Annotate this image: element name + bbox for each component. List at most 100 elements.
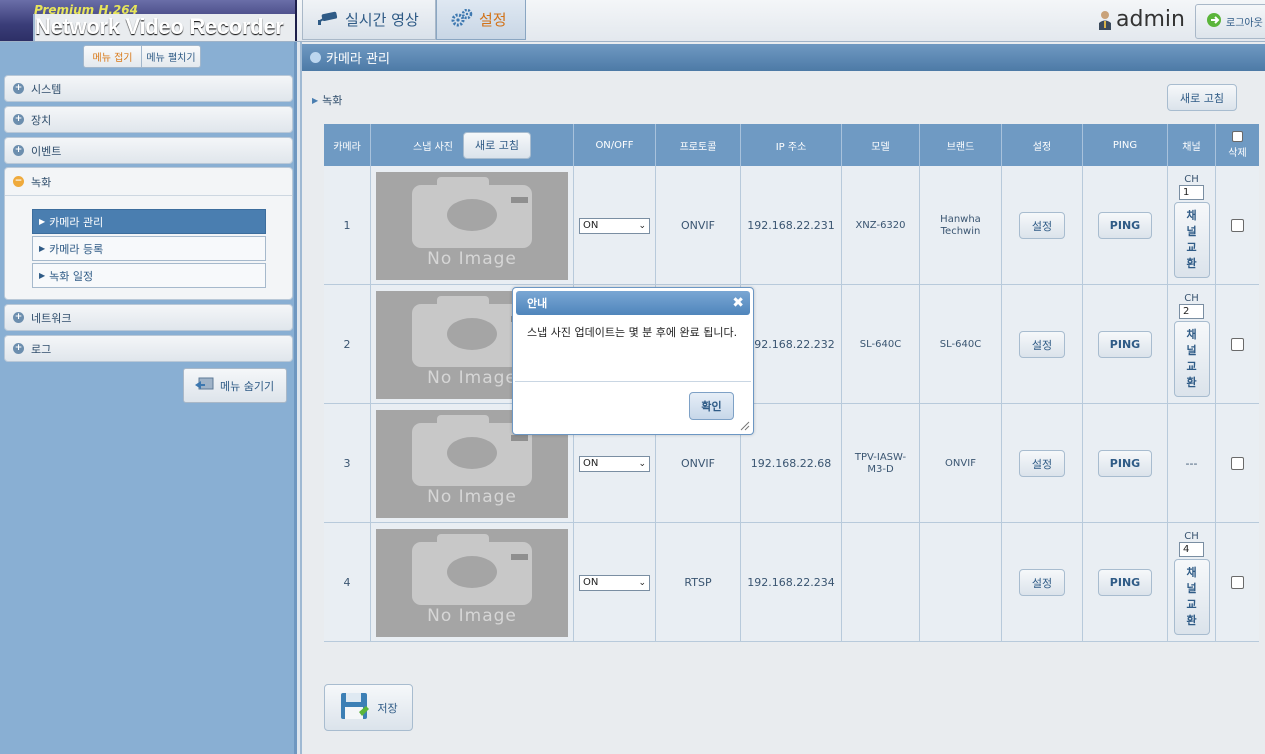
model-value: SL-640C xyxy=(859,338,902,350)
channel-swap-char: 환 xyxy=(1186,375,1197,389)
camera-number: 4 xyxy=(343,576,351,589)
col-snapshot: 스냅 사진 새로 고침 xyxy=(371,124,574,166)
notice-dialog: 안내 ✖ 스냅 사진 업데이트는 몇 분 후에 완료 됩니다. 확인 xyxy=(512,287,754,435)
page-title: 카메라 관리 xyxy=(326,52,390,67)
ping-button[interactable]: PING xyxy=(1098,569,1152,596)
minus-circle-icon: − xyxy=(13,176,24,187)
channel-control: CH 2 채널교환 xyxy=(1173,293,1210,397)
sidebar-item-event[interactable]: + 이벤트 xyxy=(4,137,293,164)
sidebar-item-network[interactable]: + 네트워크 xyxy=(4,304,293,331)
ping-button[interactable]: PING xyxy=(1098,331,1152,358)
sidebar: 메뉴 접기 메뉴 펼치기 + 시스템 + 장치 + 이벤트 − 녹화 ▶ 카메라… xyxy=(0,42,297,754)
channel-input[interactable]: 2 xyxy=(1179,303,1204,319)
cell-camera: 2 xyxy=(324,285,371,404)
camera-lens-shape xyxy=(447,436,497,469)
camera-settings-button[interactable]: 설정 xyxy=(1019,569,1065,596)
select-all-checkbox[interactable] xyxy=(1232,131,1243,142)
col-ip: IP 주소 xyxy=(741,124,842,166)
save-button[interactable]: 저장 xyxy=(324,684,413,731)
col-model: 모델 xyxy=(842,124,920,166)
sidebar-item-log[interactable]: + 로그 xyxy=(4,335,293,362)
cell-channel: CH 4 채널교환 xyxy=(1168,523,1216,642)
col-brand: 브랜드 xyxy=(920,124,1002,166)
onoff-select[interactable]: ON ⌄ xyxy=(579,455,650,472)
camera-settings-button[interactable]: 설정 xyxy=(1019,212,1065,239)
logout-button[interactable]: 로그아웃 xyxy=(1195,4,1265,39)
channel-swap-char: 널 xyxy=(1186,343,1197,357)
plus-circle-icon: + xyxy=(13,343,24,354)
cell-ping: PING xyxy=(1083,404,1168,523)
user-icon xyxy=(1097,9,1113,31)
camera-settings-button[interactable]: 설정 xyxy=(1019,450,1065,477)
subitem-label: 녹화 일정 xyxy=(49,269,94,283)
cell-brand xyxy=(920,523,1002,642)
camera-number: 1 xyxy=(343,219,351,232)
ping-button[interactable]: PING xyxy=(1098,212,1152,239)
col-settings: 설정 xyxy=(1002,124,1083,166)
ok-button[interactable]: 확인 xyxy=(689,392,734,420)
onoff-value: ON xyxy=(583,577,599,588)
delete-checkbox[interactable] xyxy=(1231,457,1244,470)
cell-ping: PING xyxy=(1083,285,1168,404)
plus-circle-icon: + xyxy=(13,83,24,94)
no-image-text: No Image xyxy=(427,486,517,507)
camera-flash-shape xyxy=(511,196,528,203)
channel-swap-char: 널 xyxy=(1186,224,1197,238)
col-snapshot-label: 스냅 사진 xyxy=(413,141,453,153)
subitem-recording-schedule[interactable]: ▶ 녹화 일정 xyxy=(32,263,266,288)
subitem-label: 카메라 관리 xyxy=(49,215,104,229)
subitem-label: 카메라 등록 xyxy=(49,242,104,256)
channel-swap-button[interactable]: 채널교환 xyxy=(1173,201,1210,278)
resize-grip-icon[interactable] xyxy=(740,421,750,431)
cell-settings: 설정 xyxy=(1002,523,1083,642)
delete-checkbox[interactable] xyxy=(1231,219,1244,232)
hide-menu-button[interactable]: 메뉴 숨기기 xyxy=(183,368,287,403)
cell-snapshot: No Image xyxy=(371,523,574,642)
channel-swap-button[interactable]: 채널교환 xyxy=(1173,320,1210,397)
sidebar-item-recording[interactable]: − 녹화 xyxy=(5,168,292,196)
snapshot-image: No Image xyxy=(376,528,568,637)
refresh-button[interactable]: 새로 고침 xyxy=(1167,84,1237,111)
sidebar-item-device[interactable]: + 장치 xyxy=(4,106,293,133)
chevron-down-icon: ⌄ xyxy=(638,220,646,231)
tab-live-label: 실시간 영상 xyxy=(345,11,419,29)
sidebar-item-system[interactable]: + 시스템 xyxy=(4,75,293,102)
sidebar-item-label: 로그 xyxy=(31,342,52,356)
cell-brand: SL-640C xyxy=(920,285,1002,404)
cell-ping: PING xyxy=(1083,523,1168,642)
brand-value: SL-640C xyxy=(939,338,982,350)
delete-checkbox[interactable] xyxy=(1231,576,1244,589)
camera-number: 3 xyxy=(343,457,351,470)
cell-channel: --- xyxy=(1168,404,1216,523)
cell-channel: CH 1 채널교환 xyxy=(1168,166,1216,285)
cell-onoff: ON ⌄ xyxy=(574,166,656,285)
snapshot-refresh-button[interactable]: 새로 고침 xyxy=(462,131,531,159)
ch-label: CH xyxy=(1184,173,1199,185)
menu-collapse-button[interactable]: 메뉴 접기 xyxy=(83,45,142,68)
channel-control: CH 1 채널교환 xyxy=(1173,173,1210,278)
onoff-select[interactable]: ON ⌄ xyxy=(579,217,650,234)
delete-checkbox[interactable] xyxy=(1231,338,1244,351)
channel-input[interactable]: 1 xyxy=(1179,184,1204,200)
subitem-camera-register[interactable]: ▶ 카메라 등록 xyxy=(32,236,266,261)
camera-settings-button[interactable]: 설정 xyxy=(1019,331,1065,358)
tab-live-view[interactable]: 실시간 영상 xyxy=(302,0,436,40)
channel-input[interactable]: 4 xyxy=(1179,541,1204,557)
subitem-camera-management[interactable]: ▶ 카메라 관리 xyxy=(32,209,266,234)
onoff-select[interactable]: ON ⌄ xyxy=(579,574,650,591)
cell-model: SL-640C xyxy=(842,285,920,404)
logout-icon xyxy=(1206,12,1222,31)
channel-swap-char: 환 xyxy=(1186,256,1197,270)
camera-lens-shape xyxy=(447,555,497,588)
dialog-header[interactable]: 안내 ✖ xyxy=(516,291,750,315)
tab-settings[interactable]: 설정 xyxy=(436,0,526,40)
menu-expand-button[interactable]: 메뉴 펼치기 xyxy=(142,45,201,68)
cell-protocol: RTSP xyxy=(656,523,741,642)
ping-button[interactable]: PING xyxy=(1098,450,1152,477)
cell-delete xyxy=(1216,285,1259,404)
camera-lens-shape xyxy=(447,198,497,231)
close-icon[interactable]: ✖ xyxy=(732,295,744,311)
page-title-bar: 카메라 관리 xyxy=(302,44,1265,71)
cell-ip: 192.168.22.232 xyxy=(741,285,842,404)
channel-swap-button[interactable]: 채널교환 xyxy=(1173,558,1210,635)
